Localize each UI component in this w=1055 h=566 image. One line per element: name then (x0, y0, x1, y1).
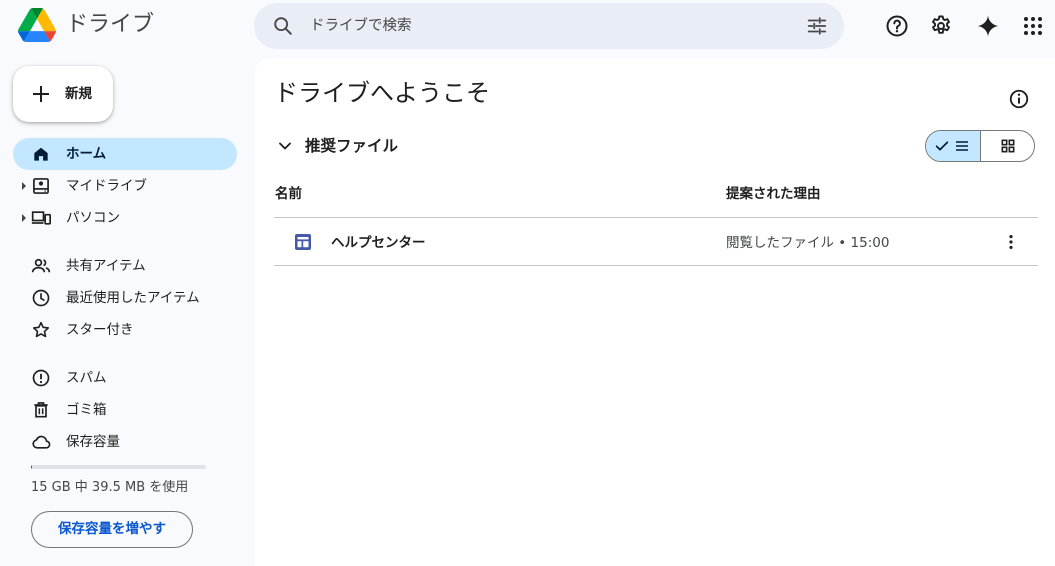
spam-icon (32, 369, 50, 387)
apps-grid-icon[interactable] (1021, 14, 1045, 38)
star-icon (32, 321, 50, 338)
new-button-label: 新規 (65, 86, 92, 102)
page-title: ドライブへようこそ (274, 79, 490, 107)
search-icon[interactable] (272, 15, 294, 37)
my-drive-icon (33, 178, 49, 194)
home-icon (34, 147, 48, 161)
clock-icon (32, 289, 50, 307)
computers-icon (31, 211, 51, 225)
get-more-storage-button[interactable]: 保存容量を増やす (31, 511, 193, 548)
check-icon (935, 141, 949, 151)
column-header-name[interactable]: 名前 (275, 185, 302, 203)
sidebar-item-home[interactable]: ホーム (13, 138, 237, 170)
sidebar-item-label: 最近使用したアイテム (66, 290, 200, 306)
sidebar-item-computers[interactable]: パソコン (13, 202, 237, 234)
sidebar-item-label: ホーム (66, 146, 107, 162)
suggestion-reason: 閲覧したファイル • 15:00 (726, 235, 890, 251)
sidebar-item-my-drive[interactable]: マイドライブ (13, 170, 237, 202)
drive-logo-icon[interactable] (18, 8, 56, 42)
search-bar[interactable]: ドライブで検索 (254, 3, 844, 49)
file-name[interactable]: ヘルプセンター (331, 234, 426, 252)
sidebar-item-label: 保存容量 (66, 434, 120, 450)
trash-icon (34, 402, 48, 418)
shared-icon (31, 258, 51, 273)
sidebar-item-storage[interactable]: 保存容量 (13, 426, 237, 458)
info-icon[interactable] (1008, 88, 1030, 110)
sidebar-item-trash[interactable]: ゴミ箱 (13, 394, 237, 426)
sidebar-item-recent[interactable]: 最近使用したアイテム (13, 282, 237, 314)
grid-view-button[interactable] (981, 131, 1034, 161)
sidebar-item-label: ゴミ箱 (66, 402, 107, 418)
search-options-icon[interactable] (806, 15, 828, 37)
column-header-reason: 提案された理由 (726, 186, 821, 202)
help-icon[interactable] (885, 14, 909, 38)
sidebar-item-label: マイドライブ (66, 178, 147, 194)
cloud-icon (32, 435, 51, 449)
sidebar-item-spam[interactable]: スパム (13, 362, 237, 394)
gemini-sparkle-icon[interactable] (976, 14, 1000, 38)
table-row[interactable]: ヘルプセンター 閲覧したファイル • 15:00 (274, 218, 1038, 266)
sidebar-item-label: スパム (66, 370, 107, 386)
view-toggle (925, 130, 1035, 162)
sidebar-item-starred[interactable]: スター付き (13, 314, 237, 346)
sidebar-item-label: スター付き (66, 322, 134, 338)
storage-usage-text: 15 GB 中 39.5 MB を使用 (31, 480, 189, 495)
list-view-button[interactable] (926, 131, 981, 161)
section-title[interactable]: 推奨ファイル (305, 136, 398, 156)
search-input[interactable]: ドライブで検索 (310, 17, 412, 35)
sidebar-item-label: 共有アイテム (66, 258, 146, 274)
list-icon (956, 141, 968, 151)
divider (274, 265, 1038, 266)
sidebar-item-shared[interactable]: 共有アイテム (13, 250, 237, 282)
sidebar-item-label: パソコン (66, 210, 120, 226)
grid-icon (1001, 139, 1015, 153)
expand-caret-icon[interactable] (21, 214, 27, 222)
settings-gear-icon[interactable] (929, 14, 953, 38)
app-title[interactable]: ドライブ (66, 11, 154, 39)
expand-caret-icon[interactable] (21, 182, 27, 190)
plus-icon (33, 86, 49, 102)
storage-usage-bar (31, 465, 206, 469)
top-header: ドライブ ドライブで検索 (0, 0, 1055, 56)
new-button[interactable]: 新規 (13, 66, 113, 122)
site-icon (295, 234, 311, 250)
main-panel: ドライブへようこそ 推奨ファイル 名前 提案された理由 ヘルプセンター 閲覧した… (255, 58, 1055, 566)
more-vert-icon[interactable] (1001, 232, 1021, 252)
chevron-down-icon[interactable] (275, 136, 295, 156)
